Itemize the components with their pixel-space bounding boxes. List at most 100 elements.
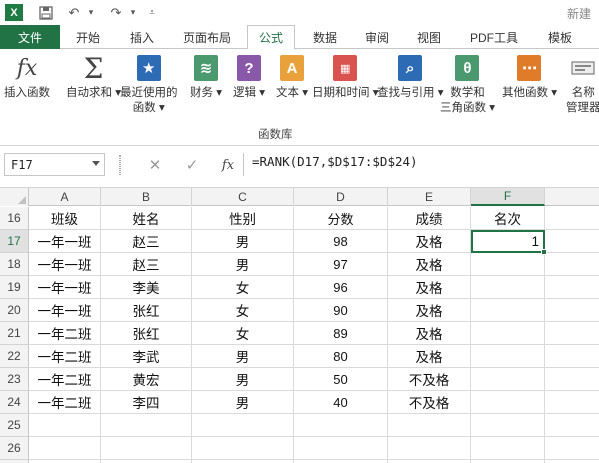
cell-d18[interactable]: 97: [294, 253, 388, 276]
cell-b21[interactable]: 张红: [101, 322, 192, 345]
cell-a16[interactable]: 班级: [29, 207, 101, 230]
cell-e21[interactable]: 及格: [388, 322, 471, 345]
cell-f22[interactable]: [471, 345, 545, 368]
cell-d21[interactable]: 89: [294, 322, 388, 345]
tab-pdf-tools[interactable]: PDF工具: [462, 25, 526, 49]
row-header-21[interactable]: 21: [0, 322, 29, 345]
cell-c21[interactable]: 女: [192, 322, 294, 345]
worksheet-grid[interactable]: ABCDEF 16 班级 姓名 性别 分数 成绩 名次 17 一年一班 赵三男 98 及格 1 18 一年一…: [0, 187, 599, 463]
name-box[interactable]: F17: [4, 153, 105, 176]
recently-used-button[interactable]: ★ 最近使用的 函数 ▾: [120, 53, 178, 116]
cell-e20[interactable]: 及格: [388, 299, 471, 322]
cell-next-column[interactable]: [545, 345, 599, 368]
cell-b20[interactable]: 张红: [101, 299, 192, 322]
cancel-icon[interactable]: ✕: [145, 155, 165, 175]
cell-next-column[interactable]: [545, 437, 599, 460]
row-header-20[interactable]: 20: [0, 299, 29, 322]
tab-view[interactable]: 视图: [405, 25, 453, 49]
enter-check-icon[interactable]: ✓: [182, 155, 202, 175]
row-header-26[interactable]: 26: [0, 437, 29, 460]
name-box-dropdown-icon[interactable]: [92, 161, 100, 166]
logical-button[interactable]: ? 逻辑 ▾: [233, 53, 265, 101]
cell-next-column[interactable]: [545, 391, 599, 414]
cell-c16[interactable]: 性别: [192, 207, 294, 230]
cell-a18[interactable]: 一年一班: [29, 253, 101, 276]
cell-c23[interactable]: 男: [192, 368, 294, 391]
more-functions-button[interactable]: ⋯ 其他函数 ▾: [502, 53, 557, 101]
cell-c18[interactable]: 男: [192, 253, 294, 276]
column-header-b[interactable]: B: [101, 188, 192, 206]
undo-dropdown-icon[interactable]: ▾: [81, 3, 101, 22]
cell-next-column[interactable]: [545, 299, 599, 322]
cell-d22[interactable]: 80: [294, 345, 388, 368]
tab-insert[interactable]: 插入: [118, 25, 166, 49]
cell-f23[interactable]: [471, 368, 545, 391]
tab-templates[interactable]: 模板: [536, 25, 584, 49]
cell-d26[interactable]: [294, 437, 388, 460]
cell-a20[interactable]: 一年一班: [29, 299, 101, 322]
cell-next-column[interactable]: [545, 276, 599, 299]
cell-f25[interactable]: [471, 414, 545, 437]
formula-input[interactable]: =RANK(D17,$D$17:$D$24): [252, 154, 418, 169]
cell-e24[interactable]: 不及格: [388, 391, 471, 414]
cell-b19[interactable]: 李美: [101, 276, 192, 299]
fill-handle[interactable]: [541, 249, 547, 255]
tab-file[interactable]: 文件: [0, 25, 60, 49]
row-header-16[interactable]: 16: [0, 207, 29, 230]
cell-f16[interactable]: 名次: [471, 207, 545, 230]
lookup-reference-button[interactable]: ⌕ 查找与引用 ▾: [377, 53, 443, 101]
cell-a23[interactable]: 一年二班: [29, 368, 101, 391]
tab-data[interactable]: 数据: [301, 25, 349, 49]
math-trig-button[interactable]: θ 数学和 三角函数 ▾: [440, 53, 495, 116]
tab-formulas[interactable]: 公式: [247, 25, 295, 50]
cell-next-column[interactable]: [545, 368, 599, 391]
redo-dropdown-icon[interactable]: ▾: [123, 3, 143, 22]
row-header-19[interactable]: 19: [0, 276, 29, 299]
cell-next-column[interactable]: [545, 253, 599, 276]
cell-e18[interactable]: 及格: [388, 253, 471, 276]
cell-f20[interactable]: [471, 299, 545, 322]
column-header-f[interactable]: F: [471, 188, 545, 206]
cell-f21[interactable]: [471, 322, 545, 345]
cell-a17[interactable]: 一年一班: [29, 230, 101, 253]
cell-c17[interactable]: 男: [192, 230, 294, 253]
column-header-d[interactable]: D: [294, 188, 388, 206]
text-button[interactable]: A 文本 ▾: [276, 53, 308, 101]
select-all-corner[interactable]: [0, 188, 29, 206]
financial-button[interactable]: ≋ 财务 ▾: [190, 53, 222, 101]
cell-f18[interactable]: [471, 253, 545, 276]
cell-a24[interactable]: 一年二班: [29, 391, 101, 414]
cell-f17[interactable]: 1: [471, 230, 545, 253]
cell-a22[interactable]: 一年二班: [29, 345, 101, 368]
cell-b22[interactable]: 李武: [101, 345, 192, 368]
cell-e19[interactable]: 及格: [388, 276, 471, 299]
cell-a21[interactable]: 一年二班: [29, 322, 101, 345]
row-header-23[interactable]: 23: [0, 368, 29, 391]
column-header-a[interactable]: A: [29, 188, 101, 206]
cell-b18[interactable]: 赵三: [101, 253, 192, 276]
cell-c25[interactable]: [192, 414, 294, 437]
cell-c24[interactable]: 男: [192, 391, 294, 414]
cell-e16[interactable]: 成绩: [388, 207, 471, 230]
cell-e26[interactable]: [388, 437, 471, 460]
cell-c22[interactable]: 男: [192, 345, 294, 368]
tab-home[interactable]: 开始: [64, 25, 112, 49]
cell-b25[interactable]: [101, 414, 192, 437]
cell-a26[interactable]: [29, 437, 101, 460]
column-header-c[interactable]: C: [192, 188, 294, 206]
cell-a25[interactable]: [29, 414, 101, 437]
row-header-18[interactable]: 18: [0, 253, 29, 276]
row-header-17[interactable]: 17: [0, 230, 29, 253]
cell-next-column[interactable]: [545, 230, 599, 253]
row-header-25[interactable]: 25: [0, 414, 29, 437]
cell-d19[interactable]: 96: [294, 276, 388, 299]
autosum-button[interactable]: Σ 自动求和 ▾: [66, 52, 121, 101]
cell-next-column[interactable]: [545, 414, 599, 437]
row-header-22[interactable]: 22: [0, 345, 29, 368]
cell-f19[interactable]: [471, 276, 545, 299]
cell-a19[interactable]: 一年一班: [29, 276, 101, 299]
cell-next-column[interactable]: [545, 207, 599, 230]
date-time-button[interactable]: ▦ 日期和时间 ▾: [312, 53, 378, 101]
cell-d24[interactable]: 40: [294, 391, 388, 414]
cell-c19[interactable]: 女: [192, 276, 294, 299]
